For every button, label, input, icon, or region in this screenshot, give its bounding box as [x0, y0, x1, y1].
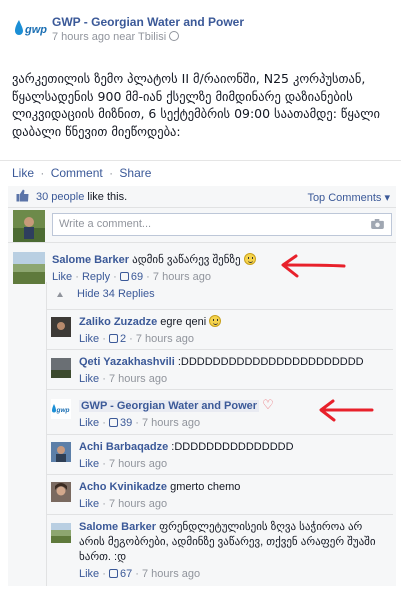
reply-likes-count[interactable]: 2: [108, 333, 127, 345]
write-comment-row: Write a comment...: [8, 209, 396, 243]
comment-text: ადმინ ვაწარევ შენზე: [129, 254, 244, 266]
red-arrow-annotation: [281, 254, 346, 278]
reply-author[interactable]: Salome Barker: [79, 521, 156, 533]
hide-replies-row: Hide 34 Replies: [47, 282, 393, 309]
collapse-triangle-icon: [57, 292, 63, 297]
reply-time[interactable]: 7 hours ago: [142, 417, 200, 429]
reply-like-link[interactable]: Like: [79, 568, 99, 580]
smile-emoji-icon: [209, 315, 222, 327]
reply-like-link[interactable]: Like: [79, 458, 99, 470]
svg-text:gwp: gwp: [24, 24, 47, 36]
comment-input[interactable]: Write a comment...: [52, 213, 392, 236]
reply-time[interactable]: 7 hours ago: [136, 333, 194, 345]
svg-text:gwp: gwp: [56, 407, 70, 414]
action-bar: Like · Comment · Share: [0, 160, 401, 186]
post-meta: 7 hours ago near Tbilisi: [52, 31, 180, 43]
post-time[interactable]: 7 hours ago near Tbilisi: [52, 31, 166, 43]
reply-like-link[interactable]: Like: [79, 333, 99, 345]
top-comments-dropdown[interactable]: Top Comments ▾: [307, 191, 390, 204]
smile-emoji-icon: [243, 253, 256, 265]
like-icon: [108, 569, 118, 578]
reply-like-link[interactable]: Like: [79, 373, 99, 385]
like-icon: [108, 334, 118, 343]
reply-text: gmerto chemo: [167, 481, 241, 493]
reply-avatar[interactable]: gwp: [51, 399, 71, 419]
reply-body: Salome Barker ფრენდლეტულისეის ზღვა საჭირ…: [79, 521, 376, 580]
reply-author[interactable]: Zaliko Zuzadze: [79, 316, 157, 328]
reply-likes-count[interactable]: 67: [108, 568, 133, 580]
reply-avatar[interactable]: [51, 317, 71, 337]
reply-body: Qeti Yazakhashvili :DDDDDDDDDDDDDDDDDDDD…: [79, 356, 364, 385]
share-link[interactable]: Share: [119, 166, 151, 180]
reply-body: Acho Kvinikadze gmerto chemo Like · 7 ho…: [79, 481, 241, 510]
reply-time[interactable]: 7 hours ago: [109, 373, 167, 385]
likes-summary: 30 people like this. Top Comments ▾: [8, 186, 396, 208]
reply-text: egre qeni: [157, 316, 210, 328]
reply-time[interactable]: 7 hours ago: [109, 458, 167, 470]
reply-item: Achi Barbaqadze :DDDDDDDDDDDDDDD Like · …: [47, 434, 393, 474]
gwp-logo[interactable]: gwp: [12, 16, 50, 40]
separator: ·: [40, 166, 45, 180]
reply-item: Zaliko Zuzadze egre qeni Like · 2 · 7 ho…: [47, 309, 393, 349]
reply-like-link[interactable]: Like: [79, 417, 99, 429]
likes-number: 67: [119, 568, 133, 580]
reply-author[interactable]: Acho Kvinikadze: [79, 481, 167, 493]
reply-author[interactable]: Achi Barbaqadze: [79, 441, 168, 453]
likers-link[interactable]: 30 people: [36, 191, 84, 203]
camera-icon[interactable]: [371, 219, 384, 229]
reply-time[interactable]: 7 hours ago: [109, 498, 167, 510]
reply-item: Salome Barker ფრენდლეტულისეის ზღვა საჭირ…: [47, 514, 393, 586]
likes-number: 39: [119, 417, 133, 429]
likes-suffix: like this.: [84, 191, 128, 203]
likes-number: 2: [119, 333, 127, 345]
reply-avatar[interactable]: [51, 358, 71, 378]
reply-avatar[interactable]: [51, 523, 71, 543]
globe-icon: [169, 31, 180, 41]
reply-text: :DDDDDDDDDDDDDDD: [168, 441, 294, 453]
feedback-area: 30 people like this. Top Comments ▾ Writ…: [8, 186, 396, 586]
reply-body: GWP - Georgian Water and Power ♡ Like · …: [79, 397, 274, 429]
comment-link[interactable]: Comment: [51, 166, 103, 180]
page-name[interactable]: GWP - Georgian Water and Power: [52, 15, 244, 29]
replies-section: Hide 34 Replies Zaliko Zuzadze egre qeni…: [46, 282, 393, 586]
commenter-avatar[interactable]: [13, 252, 45, 284]
post-body: ვარკეთილის ზემო პლატოს II მ/რაიონში, N25…: [12, 71, 380, 139]
comment-author[interactable]: Salome Barker: [52, 254, 129, 266]
reply-text: :DDDDDDDDDDDDDDDDDDDDDDD: [174, 356, 364, 368]
reply-like-link[interactable]: Like: [79, 498, 99, 510]
reply-author[interactable]: GWP - Georgian Water and Power: [79, 400, 260, 412]
post-header: gwp GWP - Georgian Water and Power 7 hou…: [10, 10, 395, 46]
separator: ·: [109, 166, 114, 180]
heart-emoji-icon: ♡: [262, 397, 274, 412]
hide-replies-label: Hide 34 Replies: [77, 288, 155, 300]
red-arrow-annotation: [319, 399, 374, 422]
reply-body: Zaliko Zuzadze egre qeni Like · 2 · 7 ho…: [79, 315, 222, 347]
like-icon: [119, 272, 129, 281]
reply-time[interactable]: 7 hours ago: [142, 568, 200, 580]
like-post-link[interactable]: Like: [12, 166, 34, 180]
hide-replies-link[interactable]: Hide 34 Replies: [57, 288, 155, 300]
viewer-avatar: [13, 210, 45, 242]
reply-body: Achi Barbaqadze :DDDDDDDDDDDDDDD Like · …: [79, 441, 294, 470]
reply-avatar[interactable]: [51, 442, 71, 462]
reply-author[interactable]: Qeti Yazakhashvili: [79, 356, 175, 368]
like-icon: [108, 418, 118, 427]
reply-item: Qeti Yazakhashvili :DDDDDDDDDDDDDDDDDDDD…: [47, 349, 393, 389]
reply-likes-count[interactable]: 39: [108, 417, 133, 429]
reply-item: Acho Kvinikadze gmerto chemo Like · 7 ho…: [47, 474, 393, 514]
reply-avatar[interactable]: [51, 482, 71, 502]
thumbs-up-icon: [16, 189, 29, 202]
